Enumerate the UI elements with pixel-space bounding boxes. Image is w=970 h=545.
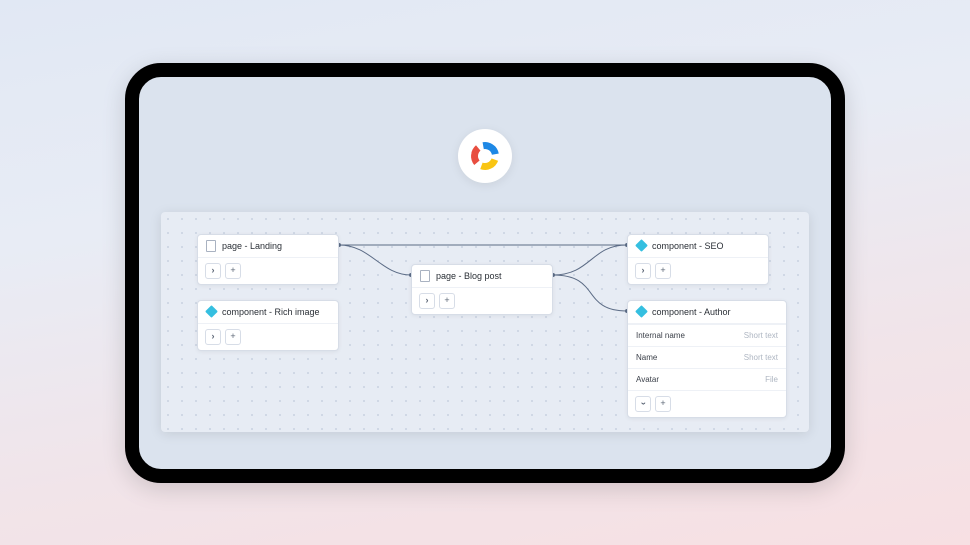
node-component-seo[interactable]: component - SEO	[627, 234, 769, 285]
node-header[interactable]: component - Author	[628, 301, 786, 324]
content-model-canvas[interactable]: page - Landing component - Rich image	[161, 212, 809, 432]
add-field-button[interactable]	[655, 263, 671, 279]
node-page-landing[interactable]: page - Landing	[197, 234, 339, 285]
screen: page - Landing component - Rich image	[139, 77, 831, 469]
add-field-button[interactable]	[655, 396, 671, 412]
field-name: Name	[636, 353, 657, 362]
expand-button[interactable]	[205, 329, 221, 345]
add-field-button[interactable]	[225, 329, 241, 345]
add-field-button[interactable]	[439, 293, 455, 309]
component-icon	[636, 241, 646, 251]
field-row[interactable]: Name Short text	[628, 346, 786, 368]
expand-button[interactable]	[419, 293, 435, 309]
expand-button[interactable]	[205, 263, 221, 279]
node-toolbar	[628, 390, 786, 417]
logo-arc-red-icon	[470, 140, 500, 170]
field-type: File	[765, 375, 778, 384]
component-icon	[206, 307, 216, 317]
node-title: page - Blog post	[436, 271, 502, 281]
field-row[interactable]: Avatar File	[628, 368, 786, 390]
node-component-rich-image[interactable]: component - Rich image	[197, 300, 339, 351]
field-name: Internal name	[636, 331, 685, 340]
node-title: component - Rich image	[222, 307, 320, 317]
node-toolbar	[198, 324, 338, 350]
field-name: Avatar	[636, 375, 659, 384]
node-title: component - Author	[652, 307, 731, 317]
node-component-author[interactable]: component - Author Internal name Short t…	[627, 300, 787, 418]
tablet-frame: page - Landing component - Rich image	[125, 63, 845, 483]
node-toolbar	[412, 288, 552, 314]
contentful-logo	[458, 129, 512, 183]
node-title: component - SEO	[652, 241, 724, 251]
field-row[interactable]: Internal name Short text	[628, 324, 786, 346]
node-title: page - Landing	[222, 241, 282, 251]
node-page-blog-post[interactable]: page - Blog post	[411, 264, 553, 315]
field-type: Short text	[744, 353, 778, 362]
node-toolbar	[198, 258, 338, 284]
expand-button[interactable]	[635, 263, 651, 279]
node-toolbar	[628, 258, 768, 284]
field-type: Short text	[744, 331, 778, 340]
field-list: Internal name Short text Name Short text…	[628, 324, 786, 390]
add-field-button[interactable]	[225, 263, 241, 279]
page-icon	[206, 241, 216, 251]
node-header[interactable]: page - Blog post	[412, 265, 552, 288]
page-icon	[420, 271, 430, 281]
node-header[interactable]: component - SEO	[628, 235, 768, 258]
component-icon	[636, 307, 646, 317]
collapse-button[interactable]	[635, 396, 651, 412]
node-header[interactable]: component - Rich image	[198, 301, 338, 324]
node-header[interactable]: page - Landing	[198, 235, 338, 258]
